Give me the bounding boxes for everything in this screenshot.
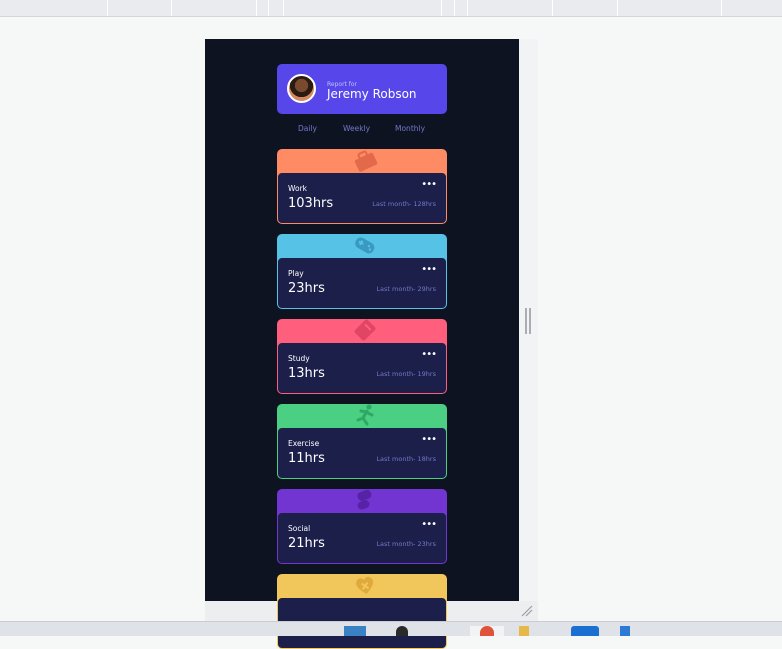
previous-hours: Last month- 19hrs	[376, 370, 436, 378]
ruler-tick	[721, 0, 722, 16]
ellipsis-menu-icon[interactable]: •••	[421, 264, 437, 275]
ellipsis-menu-icon[interactable]: •••	[421, 179, 437, 190]
ruler-tick	[467, 0, 468, 16]
profile-section: Report for Jeremy Robson Daily Weekly Mo…	[277, 64, 447, 139]
user-name: Jeremy Robson	[327, 87, 417, 101]
activity-stats: Play ••• 23hrs Last month- 29hrs	[277, 257, 447, 309]
activity-title: Exercise	[288, 439, 320, 448]
current-hours: 23hrs	[288, 281, 325, 296]
running-figure-icon	[356, 404, 374, 426]
previous-hours: Last month- 23hrs	[376, 540, 436, 548]
ruler-tick	[617, 0, 618, 16]
activity-card-play[interactable]: Play ••• 23hrs Last month- 29hrs	[277, 234, 447, 309]
activity-title: Social	[288, 524, 311, 533]
activity-stats: Study ••• 13hrs Last month- 19hrs	[277, 342, 447, 394]
chat-bubbles-icon	[357, 489, 372, 510]
ruler-tick	[454, 0, 455, 16]
heart-icon	[356, 576, 374, 594]
book-icon	[354, 319, 376, 341]
avatar	[287, 74, 316, 103]
previous-hours: Last month- 128hrs	[372, 200, 436, 208]
ellipsis-menu-icon[interactable]: •••	[421, 349, 437, 360]
ellipsis-menu-icon[interactable]: •••	[421, 434, 437, 445]
briefcase-icon	[354, 150, 378, 172]
activity-card-self-care[interactable]	[277, 574, 447, 649]
ruler-tick	[107, 0, 108, 16]
activity-title: Play	[288, 269, 304, 278]
period-weekly[interactable]: Weekly	[343, 124, 370, 133]
activity-stats: Social ••• 21hrs Last month- 23hrs	[277, 512, 447, 564]
ruler-tick	[441, 0, 442, 16]
activity-stats: Work ••• 103hrs Last month- 128hrs	[277, 172, 447, 224]
activity-card-study[interactable]: Study ••• 13hrs Last month- 19hrs	[277, 319, 447, 394]
ruler-tick	[552, 0, 553, 16]
period-monthly[interactable]: Monthly	[395, 124, 425, 133]
previous-hours: Last month- 29hrs	[376, 285, 436, 293]
activity-card-social[interactable]: Social ••• 21hrs Last month- 23hrs	[277, 489, 447, 564]
corner-resize-icon[interactable]	[520, 604, 534, 618]
activity-card-work[interactable]: Work ••• 103hrs Last month- 128hrs	[277, 149, 447, 224]
activity-stats: Exercise ••• 11hrs Last month- 18hrs	[277, 427, 447, 479]
taskbar	[0, 621, 782, 636]
activity-title: Work	[288, 184, 307, 193]
ruler-tick	[256, 0, 257, 16]
ellipsis-menu-icon[interactable]: •••	[421, 519, 437, 530]
width-resize-handle[interactable]	[524, 308, 532, 334]
current-hours: 103hrs	[288, 196, 334, 211]
previous-hours: Last month- 18hrs	[376, 455, 436, 463]
top-ruler	[0, 0, 782, 17]
current-hours: 13hrs	[288, 366, 325, 381]
activity-title: Study	[288, 354, 310, 363]
period-daily[interactable]: Daily	[298, 124, 317, 133]
current-hours: 11hrs	[288, 451, 325, 466]
gamepad-icon	[355, 237, 375, 254]
ruler-tick	[171, 0, 172, 16]
activity-card-exercise[interactable]: Exercise ••• 11hrs Last month- 18hrs	[277, 404, 447, 479]
profile-card: Report for Jeremy Robson	[277, 64, 447, 114]
ruler-tick	[268, 0, 269, 16]
current-hours: 21hrs	[288, 536, 325, 551]
ruler-tick	[283, 0, 284, 16]
